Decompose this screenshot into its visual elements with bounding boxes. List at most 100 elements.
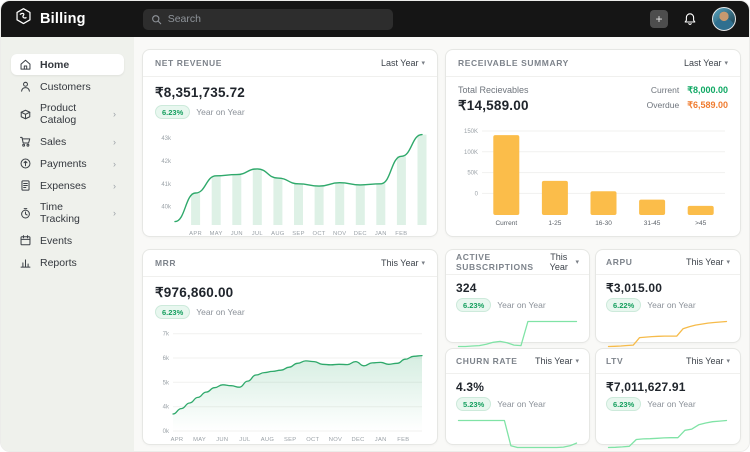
product-catalog-icon bbox=[19, 108, 32, 121]
sidebar-nav: Home Customers Product Catalog › Sales ›… bbox=[1, 37, 134, 452]
card-title: CHURN RATE bbox=[456, 356, 518, 366]
sidebar-item-label: Product Catalog bbox=[40, 102, 105, 126]
overdue-label: Overdue bbox=[647, 100, 680, 111]
svg-text:DEC: DEC bbox=[354, 231, 367, 237]
svg-text:4k: 4k bbox=[163, 405, 170, 411]
svg-text:OCT: OCT bbox=[313, 231, 326, 237]
chevron-down-icon: ▾ bbox=[726, 357, 730, 365]
chevron-right-icon: › bbox=[113, 159, 116, 169]
sidebar-item-label: Time Tracking bbox=[40, 201, 105, 225]
svg-text:NOV: NOV bbox=[333, 231, 346, 237]
svg-text:41k: 41k bbox=[161, 182, 172, 188]
sidebar-item-label: Home bbox=[40, 59, 69, 71]
churn-rate-sparkline bbox=[456, 418, 579, 450]
svg-text:50K: 50K bbox=[467, 171, 478, 177]
svg-text:>45: >45 bbox=[695, 220, 706, 227]
total-receivables-value: ₹14,589.00 bbox=[458, 98, 529, 114]
current-label: Current bbox=[651, 85, 679, 96]
chevron-down-icon: ▾ bbox=[724, 59, 728, 67]
svg-text:AUG: AUG bbox=[261, 437, 275, 443]
chevron-down-icon: ▾ bbox=[575, 258, 579, 266]
card-title: NET REVENUE bbox=[155, 58, 222, 68]
period-dropdown[interactable]: This Year ▾ bbox=[535, 356, 579, 366]
mrr-card: MRR This Year ▾ ₹976,860.00 6.23% Year o… bbox=[142, 249, 438, 445]
svg-text:6k: 6k bbox=[163, 356, 170, 362]
period-dropdown[interactable]: This Year ▾ bbox=[686, 257, 730, 267]
user-avatar[interactable] bbox=[712, 7, 736, 31]
events-icon bbox=[19, 234, 32, 247]
sidebar-item-product-catalog[interactable]: Product Catalog › bbox=[11, 98, 124, 130]
sidebar-item-time-tracking[interactable]: Time Tracking › bbox=[11, 197, 124, 229]
chevron-down-icon: ▾ bbox=[421, 259, 425, 267]
card-title: ACTIVE SUBSCRIPTIONS bbox=[456, 252, 545, 272]
sidebar-item-events[interactable]: Events bbox=[11, 230, 124, 251]
svg-text:APR: APR bbox=[189, 231, 202, 237]
svg-text:0k: 0k bbox=[163, 429, 170, 435]
current-value: ₹8,000.00 bbox=[687, 85, 728, 96]
svg-text:43k: 43k bbox=[161, 136, 172, 142]
chevron-right-icon: › bbox=[113, 208, 116, 218]
net-revenue-value: ₹8,351,735.72 bbox=[155, 85, 425, 101]
arpu-card: ARPU This Year ▾ ₹3,015.00 6.22% Year on… bbox=[595, 249, 741, 343]
customers-icon bbox=[19, 80, 32, 93]
svg-text:DEC: DEC bbox=[352, 437, 365, 443]
add-new-button[interactable]: + bbox=[650, 10, 668, 28]
sidebar-item-expenses[interactable]: Expenses › bbox=[11, 175, 124, 196]
sidebar-item-home[interactable]: Home bbox=[11, 54, 124, 75]
svg-text:150K: 150K bbox=[464, 129, 478, 135]
svg-text:NOV: NOV bbox=[329, 437, 342, 443]
card-title: LTV bbox=[606, 356, 623, 366]
payments-icon bbox=[19, 157, 32, 170]
active-subscriptions-card: ACTIVE SUBSCRIPTIONS This Year ▾ 324 6.2… bbox=[445, 249, 590, 343]
period-dropdown[interactable]: Last Year ▾ bbox=[381, 58, 425, 68]
svg-text:7k: 7k bbox=[163, 332, 170, 338]
reports-icon bbox=[19, 256, 32, 269]
sidebar-item-payments[interactable]: Payments › bbox=[11, 153, 124, 174]
search-input[interactable] bbox=[168, 13, 385, 25]
net-revenue-card: NET REVENUE Last Year ▾ ₹8,351,735.72 6.… bbox=[142, 49, 438, 237]
svg-text:JUL: JUL bbox=[239, 437, 251, 443]
receivable-summary-card: RECEIVABLE SUMMARY Last Year ▾ Total Rec… bbox=[445, 49, 741, 237]
svg-text:JAN: JAN bbox=[375, 231, 387, 237]
arpu-value: ₹3,015.00 bbox=[606, 281, 730, 295]
svg-text:MAY: MAY bbox=[210, 231, 223, 237]
yoy-caption: Year on Year bbox=[497, 300, 545, 310]
churn-rate-value: 4.3% bbox=[456, 380, 579, 394]
brand: Billing bbox=[14, 7, 86, 31]
period-dropdown[interactable]: This Year ▾ bbox=[381, 258, 425, 268]
card-title: RECEIVABLE SUMMARY bbox=[458, 58, 569, 68]
notifications-bell-icon[interactable] bbox=[683, 12, 697, 26]
arpu-sparkline bbox=[606, 319, 729, 349]
expenses-icon bbox=[19, 179, 32, 192]
svg-text:FEB: FEB bbox=[397, 437, 409, 443]
sidebar-item-label: Expenses bbox=[40, 180, 86, 192]
yoy-badge: 6.22% bbox=[606, 298, 641, 312]
search-bar[interactable] bbox=[143, 9, 393, 30]
svg-text:5k: 5k bbox=[163, 380, 170, 386]
chevron-right-icon: › bbox=[113, 137, 116, 147]
period-dropdown[interactable]: This Year ▾ bbox=[686, 356, 730, 366]
svg-text:FEB: FEB bbox=[395, 231, 407, 237]
ltv-card: LTV This Year ▾ ₹7,011,627.91 6.23% Year… bbox=[595, 348, 741, 445]
card-title: MRR bbox=[155, 258, 176, 268]
sidebar-item-label: Reports bbox=[40, 257, 77, 269]
topbar-actions: + bbox=[650, 7, 736, 31]
svg-text:APR: APR bbox=[171, 437, 184, 443]
sidebar-item-reports[interactable]: Reports bbox=[11, 252, 124, 273]
receivables-chart: 150K100K50K0Current1-2516-3031-45>45 bbox=[458, 122, 730, 228]
yoy-badge: 6.23% bbox=[155, 305, 190, 319]
sidebar-item-sales[interactable]: Sales › bbox=[11, 131, 124, 152]
sidebar-item-customers[interactable]: Customers bbox=[11, 76, 124, 97]
total-receivables-label: Total Recievables bbox=[458, 85, 529, 95]
time-tracking-icon bbox=[19, 207, 32, 220]
yoy-caption: Year on Year bbox=[196, 107, 244, 117]
period-dropdown[interactable]: Last Year ▾ bbox=[684, 58, 728, 68]
active-subscriptions-value: 324 bbox=[456, 281, 579, 295]
overdue-value: ₹6,589.00 bbox=[687, 100, 728, 111]
top-bar: Billing + bbox=[1, 1, 749, 37]
svg-text:JAN: JAN bbox=[375, 437, 387, 443]
period-dropdown[interactable]: This Year ▾ bbox=[545, 252, 579, 272]
billing-app-window: Billing + Home bbox=[0, 0, 750, 452]
sidebar-item-label: Sales bbox=[40, 136, 66, 148]
yoy-badge: 5.23% bbox=[456, 397, 491, 411]
